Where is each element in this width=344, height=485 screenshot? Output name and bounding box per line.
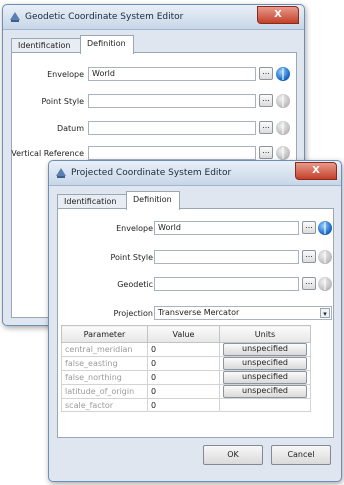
geodetic-field[interactable] <box>154 277 299 291</box>
app-icon <box>10 12 20 22</box>
envelope-field[interactable]: World <box>154 221 299 235</box>
globe-icon <box>318 277 332 291</box>
point-style-label: Point Style <box>110 253 154 262</box>
parameter-value[interactable]: 0 <box>146 370 221 385</box>
window-title: Projected Coordinate System Editor <box>71 168 232 178</box>
tab-identification[interactable]: Identification <box>11 38 81 53</box>
geodetic-browse-button[interactable]: ... <box>302 277 316 290</box>
units-cell: unspecified <box>219 342 311 357</box>
parameter-value[interactable]: 0 <box>146 384 221 399</box>
parameter-name: scale_factor <box>61 398 148 412</box>
table-row[interactable]: scale_factor 0 <box>61 398 311 412</box>
units-cell: unspecified <box>219 370 311 385</box>
tab-definition[interactable]: Definition <box>126 191 180 210</box>
projection-label: Projection <box>113 309 153 318</box>
globe-icon <box>276 121 290 135</box>
table-row[interactable]: latitude_of_origin 0 unspecified <box>61 384 311 399</box>
globe-icon[interactable] <box>276 67 290 81</box>
vertical-reference-label: Vertical Reference <box>11 149 84 158</box>
globe-icon[interactable] <box>318 221 332 235</box>
parameter-name: central_meridian <box>61 342 148 357</box>
tab-definition[interactable]: Definition <box>80 35 134 54</box>
datum-browse-button[interactable]: ... <box>259 121 273 134</box>
table-row[interactable]: false_northing 0 unspecified <box>61 370 311 385</box>
vertical-reference-browse-button[interactable]: ... <box>259 146 273 159</box>
tab-identification[interactable]: Identification <box>57 194 127 209</box>
window-title: Geodetic Coordinate System Editor <box>25 12 184 22</box>
column-header-units[interactable]: Units <box>219 325 311 343</box>
parameter-name: false_easting <box>61 356 148 371</box>
parameter-value[interactable]: 0 <box>146 356 221 371</box>
title-bar[interactable]: Projected Coordinate System Editor X <box>49 161 341 186</box>
globe-icon <box>276 94 290 108</box>
app-icon <box>56 168 66 178</box>
datum-field[interactable] <box>88 121 256 135</box>
projected-editor-window: Projected Coordinate System Editor X Ide… <box>48 160 342 482</box>
point-style-field[interactable] <box>88 94 256 108</box>
envelope-browse-button[interactable]: ... <box>259 67 273 80</box>
column-header-parameter[interactable]: Parameter <box>61 325 148 343</box>
parameter-value[interactable]: 0 <box>146 398 221 412</box>
globe-icon <box>318 250 332 264</box>
units-button[interactable]: unspecified <box>223 371 307 384</box>
point-style-label: Point Style <box>41 97 85 106</box>
projection-select[interactable]: Transverse Mercator ▾ <box>154 306 332 320</box>
units-button[interactable]: unspecified <box>223 385 307 398</box>
vertical-reference-field[interactable] <box>88 146 256 160</box>
cancel-button[interactable]: Cancel <box>271 445 331 465</box>
close-button[interactable]: X <box>295 162 337 180</box>
geodetic-label: Geodetic <box>117 280 153 289</box>
point-style-browse-button[interactable]: ... <box>302 250 316 263</box>
units-cell: unspecified <box>219 356 311 371</box>
close-button[interactable]: X <box>257 6 299 24</box>
table-row[interactable]: false_easting 0 unspecified <box>61 356 311 371</box>
projection-value: Transverse Mercator <box>158 308 240 317</box>
units-cell: unspecified <box>219 384 311 399</box>
envelope-field[interactable]: World <box>88 67 256 81</box>
point-style-field[interactable] <box>154 250 299 264</box>
title-bar[interactable]: Geodetic Coordinate System Editor X <box>3 5 304 30</box>
column-header-value[interactable]: Value <box>146 325 221 343</box>
table-row[interactable]: central_meridian 0 unspecified <box>61 342 311 357</box>
envelope-browse-button[interactable]: ... <box>302 221 316 234</box>
chevron-down-icon[interactable]: ▾ <box>320 308 330 318</box>
units-cell <box>219 398 311 412</box>
units-button[interactable]: unspecified <box>223 357 307 370</box>
datum-label: Datum <box>56 124 84 133</box>
units-button[interactable]: unspecified <box>223 343 307 356</box>
globe-icon <box>276 146 290 160</box>
parameter-name: false_northing <box>61 370 148 385</box>
point-style-browse-button[interactable]: ... <box>259 94 273 107</box>
parameter-table: Parameter Value Units central_meridian 0… <box>61 325 311 412</box>
envelope-label: Envelope <box>47 70 84 79</box>
parameter-value[interactable]: 0 <box>146 342 221 357</box>
parameter-name: latitude_of_origin <box>61 384 148 399</box>
ok-button[interactable]: OK <box>203 445 263 465</box>
envelope-label: Envelope <box>116 224 153 233</box>
